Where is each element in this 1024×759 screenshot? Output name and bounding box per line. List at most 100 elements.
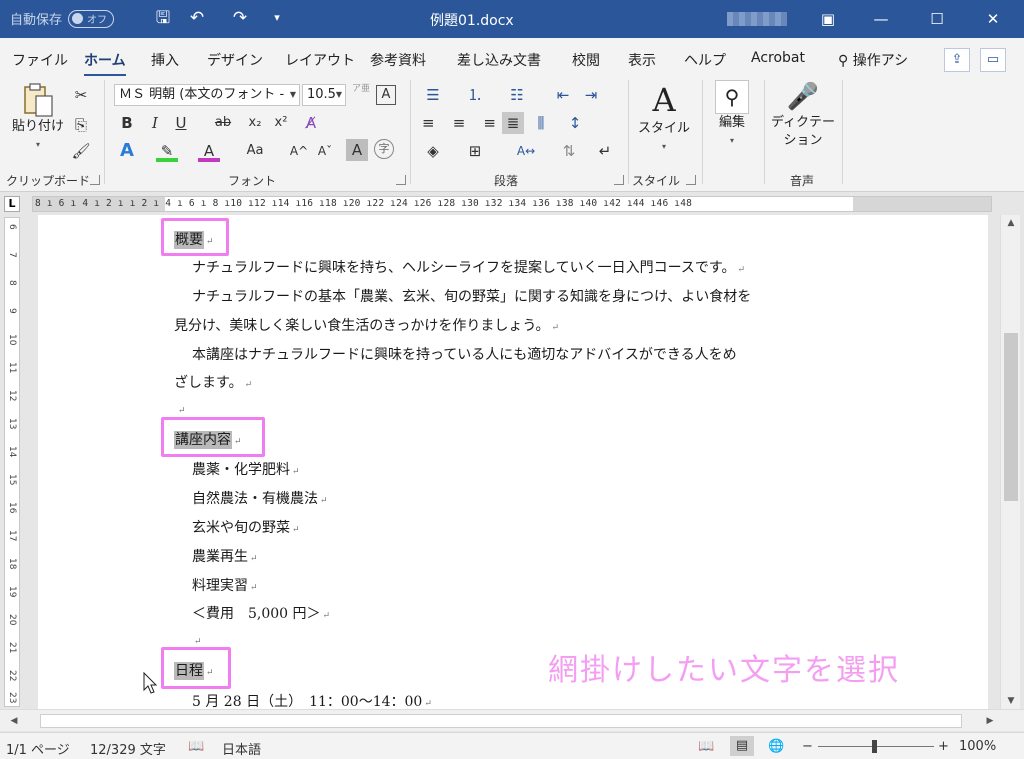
web-layout-icon[interactable]: 🌐 — [768, 739, 784, 754]
user-account-blurred[interactable] — [727, 12, 787, 26]
undo-icon[interactable]: ↶ — [185, 6, 209, 30]
scroll-down-icon[interactable]: ▼ — [1001, 693, 1021, 709]
horizontal-scroll-thumb[interactable] — [40, 714, 962, 728]
numbering-icon[interactable]: ⒈ — [464, 84, 486, 106]
scroll-right-icon[interactable]: ▶ — [980, 713, 1000, 729]
line-spacing-icon[interactable]: ↕ — [564, 112, 586, 134]
decrease-indent-icon[interactable]: ⇤ — [552, 84, 574, 106]
empty-paragraph[interactable]: ↵ — [192, 632, 202, 648]
char-shading-icon[interactable]: A — [346, 139, 368, 161]
print-layout-icon[interactable]: ▤ — [730, 736, 754, 756]
comments-button[interactable]: ▭ — [980, 48, 1006, 72]
tab-file[interactable]: ファイル — [12, 50, 68, 70]
justify-icon[interactable]: ≣ — [502, 112, 524, 134]
underline-button[interactable]: U — [170, 112, 192, 134]
bullets-icon[interactable]: ☰ — [422, 84, 444, 106]
editing-button[interactable]: ⚲ 編集 ▾ — [708, 80, 756, 166]
tab-review[interactable]: 校閲 — [572, 50, 600, 70]
tab-mailings[interactable]: 差し込み文書 — [457, 50, 541, 70]
bold-button[interactable]: B — [116, 112, 138, 134]
text-effects-icon[interactable]: A — [116, 140, 138, 162]
multilevel-list-icon[interactable]: ☷ — [506, 84, 528, 106]
tab-help[interactable]: ヘルプ — [684, 50, 726, 70]
grow-font-icon[interactable]: A^ — [288, 140, 310, 162]
styles-button[interactable]: A スタイル ▾ — [636, 80, 692, 166]
horizontal-ruler[interactable]: 8 ı 6 ı 4 ı 2 ı ı 2 ı 4 ı 6 ı 8 ı10 ı12 … — [32, 196, 992, 212]
paragraph-line[interactable]: 見分け、美味しく楽しい食生活のきっかけを作りましょう。 ↵ — [174, 315, 559, 335]
copy-icon[interactable]: ⎘ — [70, 114, 92, 136]
proofing-icon[interactable]: 📖 — [188, 739, 204, 754]
paragraph-line[interactable]: ナチュラルフードの基本「農業、玄米、旬の野菜」に関する知識を身につけ、よい食材を — [192, 286, 751, 306]
vertical-scroll-thumb[interactable] — [1004, 333, 1018, 501]
list-item[interactable]: 玄米や旬の野菜 ↵ — [192, 517, 300, 537]
show-paragraph-marks-icon[interactable]: ↵ — [594, 140, 616, 162]
list-item[interactable]: 農業再生 ↵ — [192, 546, 258, 566]
scroll-left-icon[interactable]: ◀ — [4, 713, 24, 729]
word-count[interactable]: 12/329 文字 — [90, 739, 166, 758]
list-item[interactable]: 自然農法・有機農法 ↵ — [192, 488, 328, 508]
read-mode-icon[interactable]: 📖 — [698, 739, 714, 754]
empty-paragraph[interactable]: ↵ — [176, 401, 186, 417]
zoom-slider-thumb[interactable] — [872, 740, 877, 753]
maximize-button[interactable]: ☐ — [914, 0, 960, 38]
redo-icon[interactable]: ↷ — [228, 6, 252, 30]
subscript-button[interactable]: x₂ — [244, 112, 266, 134]
scroll-up-icon[interactable]: ▲ — [1001, 215, 1021, 231]
align-right-icon[interactable]: ≡ — [474, 112, 496, 134]
superscript-button[interactable]: x² — [270, 112, 292, 134]
document-area[interactable]: 概要 ↵ ナチュラルフードに興味を持ち、ヘルシーライフを提案していく一日入門コース… — [24, 215, 1000, 709]
sort-icon[interactable]: ⇅ — [558, 140, 580, 162]
asian-layout-icon[interactable]: A↔ — [512, 140, 540, 162]
strikethrough-button[interactable]: ab — [212, 112, 234, 134]
tab-references[interactable]: 参考資料 — [370, 50, 426, 70]
change-case-icon[interactable]: Aa — [240, 140, 270, 162]
autosave-control[interactable]: 自動保存 オフ — [10, 9, 115, 28]
italic-button[interactable]: I — [144, 112, 166, 134]
save-icon[interactable]: 🖫 — [151, 6, 175, 30]
schedule-line[interactable]: 5 月 28 日（土） 11：00〜14：00 ↵ — [192, 691, 432, 709]
share-button[interactable]: ⇪ — [944, 48, 970, 72]
minimize-button[interactable]: — — [858, 0, 904, 38]
enclose-char-icon[interactable]: 字 — [374, 139, 394, 159]
horizontal-scrollbar[interactable]: ◀ ▶ — [0, 709, 1024, 731]
font-name-select[interactable]: ＭＳ 明朝 (本文のフォント - ▼ — [114, 84, 300, 106]
dictate-button[interactable]: 🎤 ディクテー ション — [768, 80, 838, 166]
tab-layout[interactable]: レイアウト — [285, 50, 355, 70]
language-label[interactable]: 日本語 — [222, 739, 261, 758]
distributed-icon[interactable]: ⫼ — [530, 112, 552, 134]
font-color-icon[interactable]: A — [198, 140, 220, 162]
paste-button[interactable]: 貼り付け ▾ — [10, 82, 66, 168]
paragraph-launcher-icon[interactable] — [614, 175, 624, 185]
autosave-toggle[interactable]: オフ — [68, 9, 115, 28]
shrink-font-icon[interactable]: Aˇ — [314, 140, 336, 162]
tab-view[interactable]: 表示 — [628, 50, 656, 70]
clipboard-launcher-icon[interactable] — [90, 175, 100, 185]
shading-icon[interactable]: ◈ — [422, 140, 444, 162]
increase-indent-icon[interactable]: ⇥ — [580, 84, 602, 106]
align-center-icon[interactable]: ≡ — [448, 112, 470, 134]
document-page[interactable]: 概要 ↵ ナチュラルフードに興味を持ち、ヘルシーライフを提案していく一日入門コース… — [38, 215, 988, 709]
list-item[interactable]: 農薬・化学肥料 ↵ — [192, 459, 300, 479]
zoom-percent[interactable]: 100% — [959, 739, 996, 754]
customize-toolbar-icon[interactable]: ▾ — [265, 6, 289, 30]
list-item[interactable]: ＜費用 5,000 円＞ ↵ — [192, 603, 330, 623]
paragraph-line[interactable]: ざします。 ↵ — [174, 372, 252, 392]
align-left-icon[interactable]: ≡ — [422, 112, 444, 134]
phonetic-guide-icon[interactable]: ア亜 — [350, 84, 372, 106]
highlight-icon[interactable]: ✎ — [156, 140, 178, 162]
font-launcher-icon[interactable] — [396, 175, 406, 185]
paragraph-line[interactable]: ナチュラルフードに興味を持ち、ヘルシーライフを提案していく一日入門コースです。 ↵ — [192, 257, 745, 277]
tab-insert[interactable]: 挿入 — [151, 50, 179, 70]
font-size-select[interactable]: 10.5 ▼ — [302, 84, 346, 106]
paragraph-line[interactable]: 本講座はナチュラルフードに興味を持っている人にも適切なアドバイスができる人をめ — [192, 344, 737, 364]
page-count[interactable]: 1/1 ページ — [6, 739, 70, 758]
vertical-ruler[interactable]: 6 7 8 9 10 11 12 13 14 15 16 17 18 19 20… — [4, 217, 20, 707]
close-button[interactable]: ✕ — [970, 0, 1016, 38]
zoom-out-button[interactable]: − — [802, 739, 813, 754]
clear-formatting-icon[interactable]: A̸ — [300, 112, 322, 134]
list-item[interactable]: 料理実習 ↵ — [192, 575, 258, 595]
format-painter-icon[interactable]: 🖌 — [70, 140, 92, 162]
tab-home[interactable]: ホーム — [84, 50, 126, 77]
tab-design[interactable]: デザイン — [207, 50, 263, 70]
borders-icon[interactable]: ⊞ — [464, 140, 486, 162]
